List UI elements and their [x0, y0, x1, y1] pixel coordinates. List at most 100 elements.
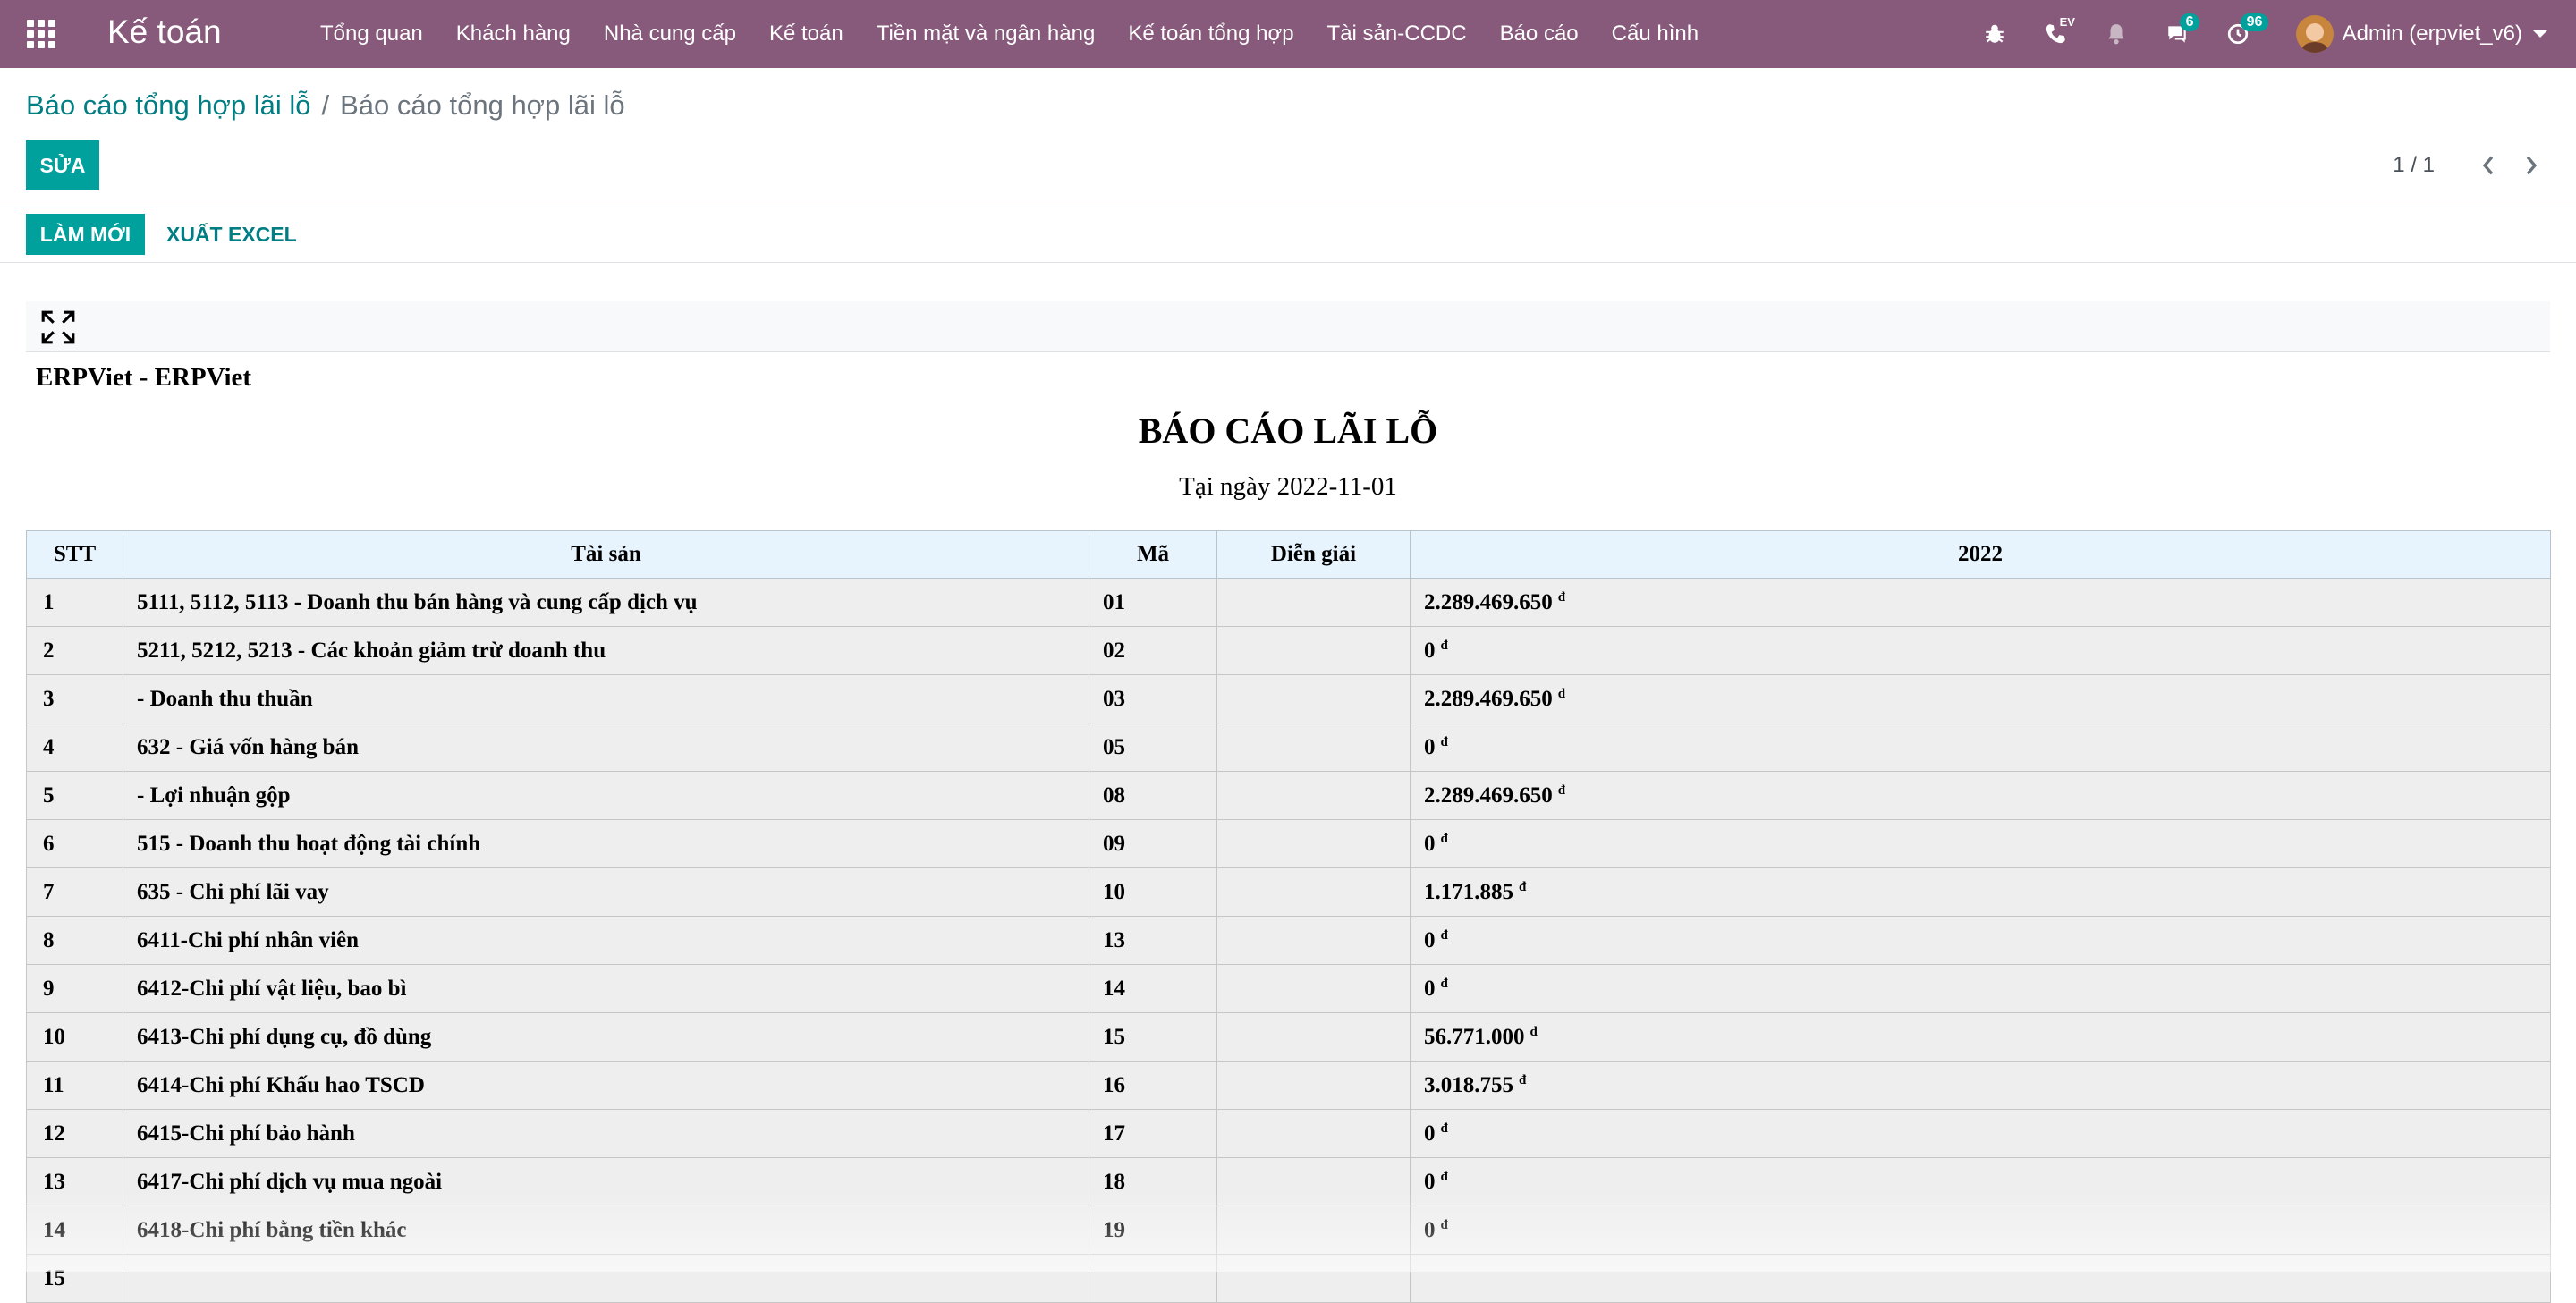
- table-row: 9 6412-Chi phí vật liệu, bao bì 14 0 đ: [26, 964, 2551, 1013]
- row-value-cell: 0đ: [1410, 916, 2551, 965]
- row-value-cell: 0đ: [1410, 1109, 2551, 1158]
- menu-item-assets[interactable]: Tài sản-CCDC: [1327, 21, 1467, 47]
- apps-menu-icon[interactable]: [27, 20, 55, 48]
- row-stt: 9: [43, 976, 55, 1001]
- row-stt-cell: 2: [26, 626, 123, 675]
- top-navbar: Kế toán Tổng quan Khách hàng Nhà cung cấ…: [0, 0, 2576, 68]
- row-code-cell: 03: [1089, 674, 1217, 723]
- row-code-cell: 01: [1089, 578, 1217, 627]
- breadcrumb-separator: /: [321, 89, 330, 121]
- report-table-body: 1 5111, 5112, 5113 - Doanh thu bán hàng v…: [26, 578, 2551, 1303]
- expand-icon[interactable]: [39, 309, 77, 346]
- row-code: 08: [1103, 783, 1125, 808]
- row-stt: 5: [43, 783, 55, 808]
- table-row: 10 6413-Chi phí dụng cụ, đồ dùng 15 56.771.…: [26, 1012, 2551, 1062]
- pager: 1 / 1: [2393, 140, 2576, 190]
- edit-button[interactable]: SỬA: [26, 140, 99, 190]
- chevron-down-icon: [2533, 30, 2547, 38]
- row-value-cell: 2.289.469.650 đ: [1410, 674, 2551, 723]
- currency-symbol: đ: [1440, 1217, 1448, 1232]
- user-menu[interactable]: Admin (erpviet_v6): [2295, 15, 2547, 53]
- row-stt-cell: 8: [26, 916, 123, 965]
- user-name: Admin (erpviet_v6): [2342, 21, 2522, 46]
- table-row: 15: [26, 1254, 2551, 1303]
- chevron-right-icon[interactable]: [2519, 153, 2544, 178]
- row-stt-cell: 3: [26, 674, 123, 723]
- column-header-year: 2022: [1410, 530, 2551, 579]
- row-asset-name-cell: 6415-Chi phí bảo hành: [123, 1109, 1089, 1158]
- currency-symbol: đ: [1440, 1121, 1448, 1136]
- bug-icon[interactable]: [1979, 19, 2010, 49]
- menu-item-reports[interactable]: Báo cáo: [1500, 21, 1579, 47]
- row-stt: 10: [43, 1024, 65, 1049]
- row-value: 2.289.469.650: [1424, 686, 1553, 711]
- row-asset-name: 6412-Chi phí vật liệu, bao bì: [137, 976, 407, 1001]
- row-stt-cell: 11: [26, 1061, 123, 1110]
- row-asset-name-cell: 6414-Chi phí Khấu hao TSCD: [123, 1061, 1089, 1110]
- menu-item-cash-bank[interactable]: Tiền mặt và ngân hàng: [877, 21, 1096, 47]
- row-asset-name-cell: - Doanh thu thuần: [123, 674, 1089, 723]
- row-value-cell: 0đ: [1410, 723, 2551, 772]
- row-stt: 11: [43, 1072, 64, 1097]
- menu-item-customers[interactable]: Khách hàng: [456, 21, 571, 47]
- currency-symbol: đ: [1519, 1072, 1527, 1087]
- row-code: 03: [1103, 686, 1125, 711]
- row-asset-name-cell: 6411-Chi phí nhân viên: [123, 916, 1089, 965]
- row-value: 1.171.885: [1424, 879, 1513, 904]
- row-asset-name-cell: 6412-Chi phí vật liệu, bao bì: [123, 964, 1089, 1013]
- row-value-cell: 0đ: [1410, 626, 2551, 675]
- row-value-cell: 56.771.000 đ: [1410, 1012, 2551, 1062]
- row-description-cell: [1216, 771, 1411, 820]
- table-header-row: STT Tài sản Mã Diễn giải 2022: [26, 530, 2551, 579]
- currency-symbol: đ: [1519, 879, 1527, 894]
- table-row: 6 515 - Doanh thu hoạt động tài chính 09 0 đ: [26, 819, 2551, 868]
- row-description-cell: [1216, 1061, 1411, 1110]
- row-code-cell: 15: [1089, 1012, 1217, 1062]
- bell-icon[interactable]: [2101, 19, 2131, 49]
- phone-icon[interactable]: EV: [2040, 15, 2075, 49]
- row-asset-name: 632 - Giá vốn hàng bán: [137, 734, 359, 759]
- row-code-cell: 19: [1089, 1206, 1217, 1255]
- row-asset-name: 6414-Chi phí Khấu hao TSCD: [137, 1072, 425, 1097]
- breadcrumb-parent[interactable]: Báo cáo tổng hợp lãi lỗ: [26, 89, 311, 121]
- column-header-stt: STT: [26, 530, 123, 579]
- phone-label: EV: [2059, 15, 2075, 29]
- report-toolbar: [26, 301, 2550, 352]
- row-asset-name-cell: 5111, 5112, 5113 - Doanh thu bán hàng và…: [123, 578, 1089, 627]
- table-row: 13 6417-Chi phí dịch vụ mua ngoài 18 0 đ: [26, 1157, 2551, 1206]
- row-value: 2.289.469.650: [1424, 783, 1553, 808]
- chevron-left-icon[interactable]: [2476, 153, 2501, 178]
- currency-symbol: đ: [1440, 734, 1448, 749]
- row-code: 13: [1103, 927, 1125, 952]
- currency-symbol: đ: [1440, 927, 1448, 943]
- clock-icon[interactable]: 96: [2223, 13, 2269, 49]
- menu-item-vendors[interactable]: Nhà cung cấp: [604, 21, 736, 47]
- messages-icon[interactable]: 6: [2162, 13, 2200, 49]
- menu-item-configuration[interactable]: Cấu hình: [1612, 21, 1699, 47]
- row-code: 10: [1103, 879, 1125, 904]
- row-description-cell: [1216, 964, 1411, 1013]
- menu-item-overview[interactable]: Tổng quan: [320, 21, 423, 47]
- row-value: 0: [1424, 1121, 1436, 1146]
- row-asset-name: 6413-Chi phí dụng cụ, đồ dùng: [137, 1024, 432, 1049]
- app-brand[interactable]: Kế toán: [107, 13, 222, 52]
- row-stt: 4: [43, 734, 55, 759]
- menu-item-accounting[interactable]: Kế toán: [769, 21, 843, 47]
- row-code: 01: [1103, 589, 1125, 614]
- pager-value[interactable]: 1 / 1: [2393, 153, 2435, 178]
- currency-symbol: đ: [1440, 831, 1448, 846]
- row-stt-cell: 4: [26, 723, 123, 772]
- row-description-cell: [1216, 1206, 1411, 1255]
- refresh-button[interactable]: LÀM MỚI: [26, 214, 145, 255]
- row-stt: 7: [43, 879, 55, 904]
- row-code-cell: 13: [1089, 916, 1217, 965]
- row-stt-cell: 13: [26, 1157, 123, 1206]
- row-stt-cell: 15: [26, 1254, 123, 1303]
- row-asset-name-cell: - Lợi nhuận gộp: [123, 771, 1089, 820]
- export-excel-button[interactable]: XUẤT EXCEL: [166, 214, 297, 255]
- activities-count-badge: 96: [2240, 13, 2269, 31]
- menu-item-general-accounting[interactable]: Kế toán tổng hợp: [1128, 21, 1293, 47]
- row-description-cell: [1216, 723, 1411, 772]
- row-code-cell: 10: [1089, 867, 1217, 917]
- row-code: 19: [1103, 1217, 1125, 1242]
